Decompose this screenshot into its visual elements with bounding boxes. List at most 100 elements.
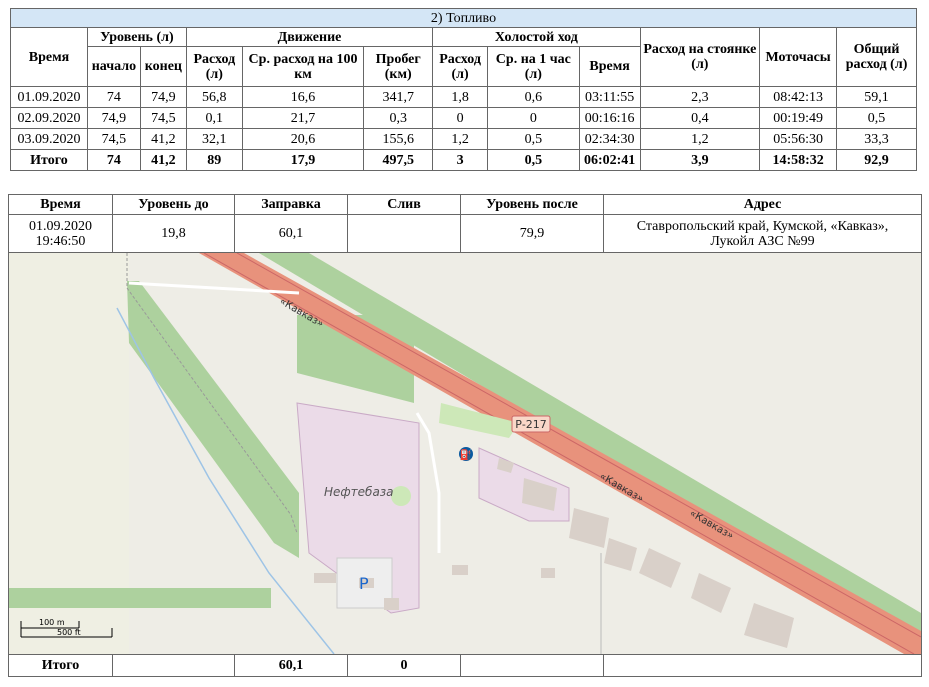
col-level: Уровень (л) [86,27,187,47]
cell: 0,6 [487,86,580,108]
cell [603,654,922,677]
cell: 00:16:16 [578,107,641,129]
col-level-end: конец [139,46,187,87]
cell: 32,1 [185,128,243,150]
cell: 341,7 [363,86,434,108]
col-level-before: Уровень до [112,194,235,215]
col-level-start: начало [86,46,141,87]
map[interactable]: ⛽ Р-217 «Кавказ» «Кавказ» «Кавказ» Нефте… [9,253,921,654]
col-parking: Расход на стоянке (л) [639,27,761,87]
cell: 20,6 [241,128,365,150]
map-cell: ⛽ Р-217 «Кавказ» «Кавказ» «Кавказ» Нефте… [8,252,922,655]
cell: 00:19:49 [759,107,838,129]
cell: 3 [432,149,489,171]
cell: 89 [185,149,243,171]
cell: 74,9 [86,107,141,129]
col-avg-per-100: Ср. расход на 100 км [241,46,365,87]
fuel-table-caption: 2) Топливо [10,8,917,28]
scale-m: 100 m [39,618,65,627]
cell [112,654,235,677]
cell [460,654,604,677]
col-total: Общий расход (л) [836,27,917,87]
cell: 74,5 [139,107,187,129]
col-address: Адрес [603,194,922,215]
cell: 01.09.2020 [10,86,88,108]
cell: 08:42:13 [759,86,838,108]
cell: 03.09.2020 [10,128,88,150]
cell: 0,3 [363,107,434,129]
parking-label: P [359,574,369,593]
refuel-datetime: 01.09.2020 19:46:50 [8,214,113,253]
refuel-date: 01.09.2020 [29,218,92,234]
cell: 0,5 [487,149,580,171]
table-row: 02.09.2020 74,9 74,5 0,1 21,7 0,3 0 0 00… [10,107,917,129]
col-idle-avg-hour: Ср. на 1 час (л) [487,46,580,87]
depot-label: Нефтебаза [324,485,394,499]
total-row: Итого 74 41,2 89 17,9 497,5 3 0,5 06:02:… [10,149,917,171]
cell: 0,1 [185,107,243,129]
cell: 74,5 [86,128,141,150]
cell: 41,2 [139,149,187,171]
cell: 16,6 [241,86,365,108]
cell: 3,9 [639,149,761,171]
cell: 0,4 [639,107,761,129]
cell: 497,5 [363,149,434,171]
cell: 60,1 [234,654,348,677]
table-row: 01.09.2020 19:46:50 19,8 60,1 79,9 Ставр… [8,214,922,253]
map-svg: ⛽ Р-217 «Кавказ» «Кавказ» «Кавказ» Нефте… [9,253,921,654]
cell: Итого [8,654,113,677]
cell: 05:56:30 [759,128,838,150]
col-idle: Холостой ход [432,27,641,47]
cell: 2,3 [639,86,761,108]
cell: 17,9 [241,149,365,171]
col-movement: Движение [185,27,434,47]
table-row: 03.09.2020 74,5 41,2 32,1 20,6 155,6 1,2… [10,128,917,150]
address-line-2: Лукойл АЗС №99 [710,233,815,249]
cell: 0 [487,107,580,129]
cell: 02:34:30 [578,128,641,150]
cell: 59,1 [836,86,917,108]
table-row: 01.09.2020 74 74,9 56,8 16,6 341,7 1,8 0… [10,86,917,108]
cell: 33,3 [836,128,917,150]
cell: 56,8 [185,86,243,108]
cell: Итого [10,149,88,171]
cell: 0,5 [487,128,580,150]
refuel-address: Ставропольский край, Кумской, «Кавказ», … [603,214,922,253]
address-line-1: Ставропольский край, Кумской, «Кавказ», [636,218,889,234]
col-engine-hours: Моточасы [759,27,838,87]
cell: 1,2 [639,128,761,150]
cell: 1,2 [432,128,489,150]
cell: 06:02:41 [578,149,641,171]
cell: 79,9 [460,214,604,253]
cell: 0 [432,107,489,129]
col-refuel: Заправка [234,194,348,215]
refuel-total-row: Итого 60,1 0 [8,654,922,677]
cell: 0 [347,654,461,677]
cell: 1,8 [432,86,489,108]
cell: 155,6 [363,128,434,150]
road-shield: Р-217 [515,418,547,431]
col-drain: Слив [347,194,461,215]
col-consumption: Расход (л) [185,46,243,87]
cell: 02.09.2020 [10,107,88,129]
cell: 60,1 [234,214,348,253]
col-time: Время [10,27,88,87]
col-refuel-time: Время [8,194,113,215]
refuel-table: Время Уровень до Заправка Слив Уровень п… [8,194,922,677]
scale-ft: 500 ft [57,628,81,637]
cell: 03:11:55 [578,86,641,108]
cell: 19,8 [112,214,235,253]
cell: 14:58:32 [759,149,838,171]
cell: 41,2 [139,128,187,150]
svg-text:⛽: ⛽ [460,448,472,461]
col-level-after: Уровень после [460,194,604,215]
fuel-table: 2) Топливо Время Уровень (л) Движение Хо… [10,8,917,171]
col-idle-consumption: Расход (л) [432,46,489,87]
cell: 74,9 [139,86,187,108]
col-mileage: Пробег (км) [363,46,434,87]
cell: 74 [86,149,141,171]
cell: 74 [86,86,141,108]
cell: 92,9 [836,149,917,171]
cell [347,214,461,253]
cell: 21,7 [241,107,365,129]
